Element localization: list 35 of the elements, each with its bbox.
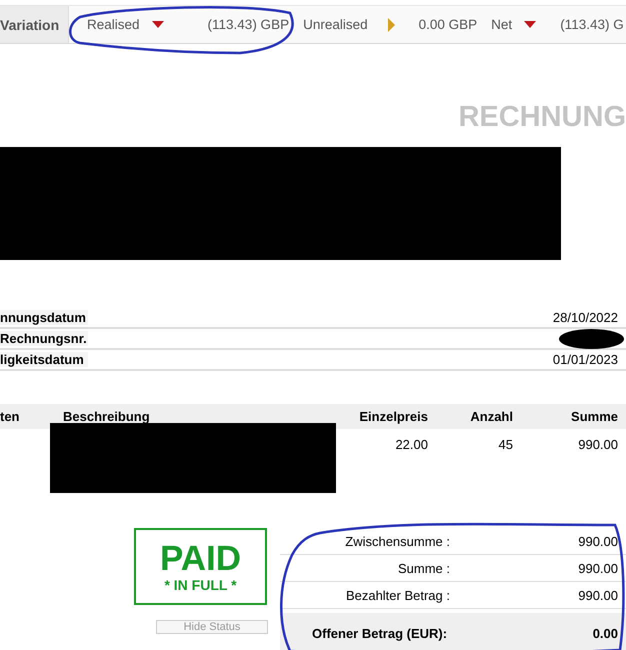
variation-name: Unrealised (303, 17, 368, 32)
info-label: ligkeitsdatum (0, 352, 88, 367)
right-triangle-icon (388, 18, 395, 32)
column-header: ten (0, 409, 20, 424)
info-label: Rechnungsnr. (0, 331, 88, 346)
variation-label: Variation (0, 6, 69, 43)
document-title: RECHNUNG (457, 101, 626, 134)
table-cell-text: 45 (498, 436, 514, 452)
total-value: 990.00 (577, 588, 619, 602)
variation-amount: (113.43) GBP (208, 17, 290, 32)
variation-amount: (113.43) G (560, 17, 624, 32)
down-triangle-icon (152, 21, 164, 28)
column-header: Summe (570, 409, 619, 424)
info-value: 01/01/2023 (552, 352, 619, 367)
total-label: Summe : (396, 560, 450, 576)
stamp-title: PAID (160, 540, 242, 576)
variation-amount: 0.00 GBP (418, 17, 478, 32)
total-value: 0.00 (592, 626, 619, 640)
down-triangle-icon (524, 21, 536, 28)
total-label: Offener Betrag (EUR): (311, 626, 448, 640)
total-value: 990.00 (577, 560, 619, 576)
total-value: 990.00 (577, 534, 619, 548)
table-cell-text: 22.00 (394, 436, 429, 452)
hide-status-button[interactable]: Hide Status (156, 620, 268, 634)
total-label: Zwischensumme : (344, 534, 450, 548)
column-header: Beschreibung (62, 409, 151, 424)
variation-name: Net (491, 17, 512, 32)
table-cell-text: 990.00 (577, 436, 619, 452)
column-header: Anzahl (469, 409, 514, 424)
info-label: nnungsdatum (0, 310, 88, 325)
info-value: 28/10/2022 (552, 310, 619, 325)
column-header: Einzelpreis (358, 409, 429, 424)
stamp-subtitle: * IN FULL * (164, 576, 237, 592)
variation-name: Realised (87, 17, 140, 32)
total-label: Bezahlter Betrag : (344, 588, 450, 602)
